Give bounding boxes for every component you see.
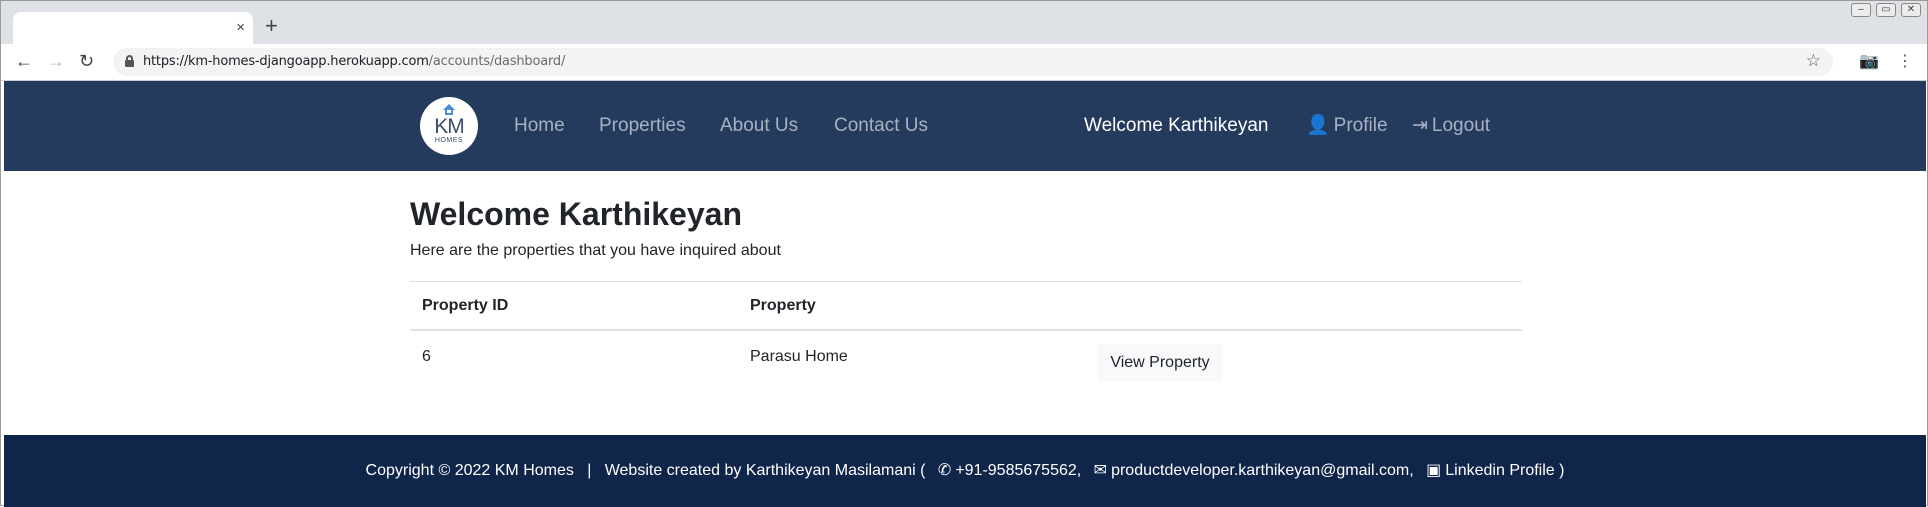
- nav-about-us[interactable]: About Us: [720, 114, 798, 138]
- page-title: Welcome Karthikeyan: [410, 196, 742, 232]
- header-property: Property: [750, 297, 816, 314]
- nav-profile[interactable]: 👤 Profile: [1306, 114, 1388, 138]
- new-tab-button[interactable]: +: [265, 15, 278, 37]
- user-icon: 👤: [1306, 115, 1330, 136]
- envelope-icon: ✉: [1093, 462, 1108, 479]
- view-property-button[interactable]: View Property: [1097, 344, 1223, 382]
- cell-property-id: 6: [422, 348, 431, 365]
- url-text[interactable]: https://km-homes-djangoapp.herokuapp.com…: [143, 54, 565, 69]
- footer-copyright: Copyright © 2022 KM Homes: [365, 462, 574, 479]
- nav-contact-us[interactable]: Contact Us: [834, 114, 928, 138]
- browser-window: × + – ▭ ✕ ← → ↻ https://km-homes-djangoa…: [0, 0, 1928, 507]
- footer-email[interactable]: productdeveloper.karthikeyan@gmail.com,: [1111, 462, 1414, 479]
- footer-text: Copyright © 2022 KM Homes | Website crea…: [4, 460, 1926, 480]
- close-window-icon[interactable]: ✕: [1901, 3, 1921, 17]
- site-footer: Copyright © 2022 KM Homes | Website crea…: [4, 435, 1926, 507]
- nav-home[interactable]: Home: [514, 114, 565, 138]
- browser-toolbar: ← → ↻ https://km-homes-djangoapp.herokua…: [1, 44, 1927, 81]
- tab-strip: × + – ▭ ✕: [1, 1, 1927, 44]
- cell-property-name: Parasu Home: [750, 348, 848, 365]
- site-navbar: KM HOMES Home Properties About Us Contac…: [4, 81, 1926, 171]
- linkedin-icon: ▣: [1426, 462, 1442, 479]
- footer-linkedin[interactable]: Linkedin Profile ): [1445, 462, 1564, 479]
- window-controls: – ▭ ✕: [1851, 3, 1921, 17]
- browser-tab[interactable]: ×: [13, 12, 253, 44]
- address-bar[interactable]: https://km-homes-djangoapp.herokuapp.com…: [113, 48, 1833, 76]
- sign-out-icon: ⇥: [1412, 115, 1428, 136]
- close-tab-icon[interactable]: ×: [236, 19, 245, 37]
- table-row: 6 Parasu Home View Property: [410, 331, 1522, 387]
- footer-creator: Website created by Karthikeyan Masilaman…: [604, 462, 926, 479]
- bookmark-star-icon[interactable]: ☆: [1806, 51, 1821, 71]
- header-property-id: Property ID: [422, 297, 509, 314]
- nav-properties[interactable]: Properties: [599, 114, 686, 138]
- camera-icon[interactable]: 📷: [1859, 51, 1879, 71]
- minimize-icon[interactable]: –: [1851, 3, 1871, 17]
- maximize-icon[interactable]: ▭: [1876, 3, 1896, 17]
- km-homes-logo[interactable]: KM HOMES: [420, 97, 478, 155]
- menu-kebab-icon[interactable]: ⋮: [1897, 51, 1913, 71]
- forward-arrow-icon[interactable]: →: [47, 50, 65, 72]
- reload-icon[interactable]: ↻: [79, 50, 94, 72]
- web-page: KM HOMES Home Properties About Us Contac…: [4, 81, 1926, 507]
- phone-icon: ✆: [937, 462, 952, 479]
- nav-logout[interactable]: ⇥ Logout: [1412, 114, 1490, 138]
- page-subtitle: Here are the properties that you have in…: [410, 242, 781, 259]
- inquiries-table: Property ID Property 6 Parasu Home View …: [410, 281, 1522, 387]
- lock-icon: [125, 55, 134, 67]
- table-header: Property ID Property: [410, 281, 1522, 331]
- footer-separator: |: [587, 462, 592, 479]
- footer-phone[interactable]: +91-9585675562,: [955, 462, 1081, 479]
- back-arrow-icon[interactable]: ←: [15, 50, 33, 72]
- nav-welcome-user[interactable]: Welcome Karthikeyan: [1084, 114, 1268, 138]
